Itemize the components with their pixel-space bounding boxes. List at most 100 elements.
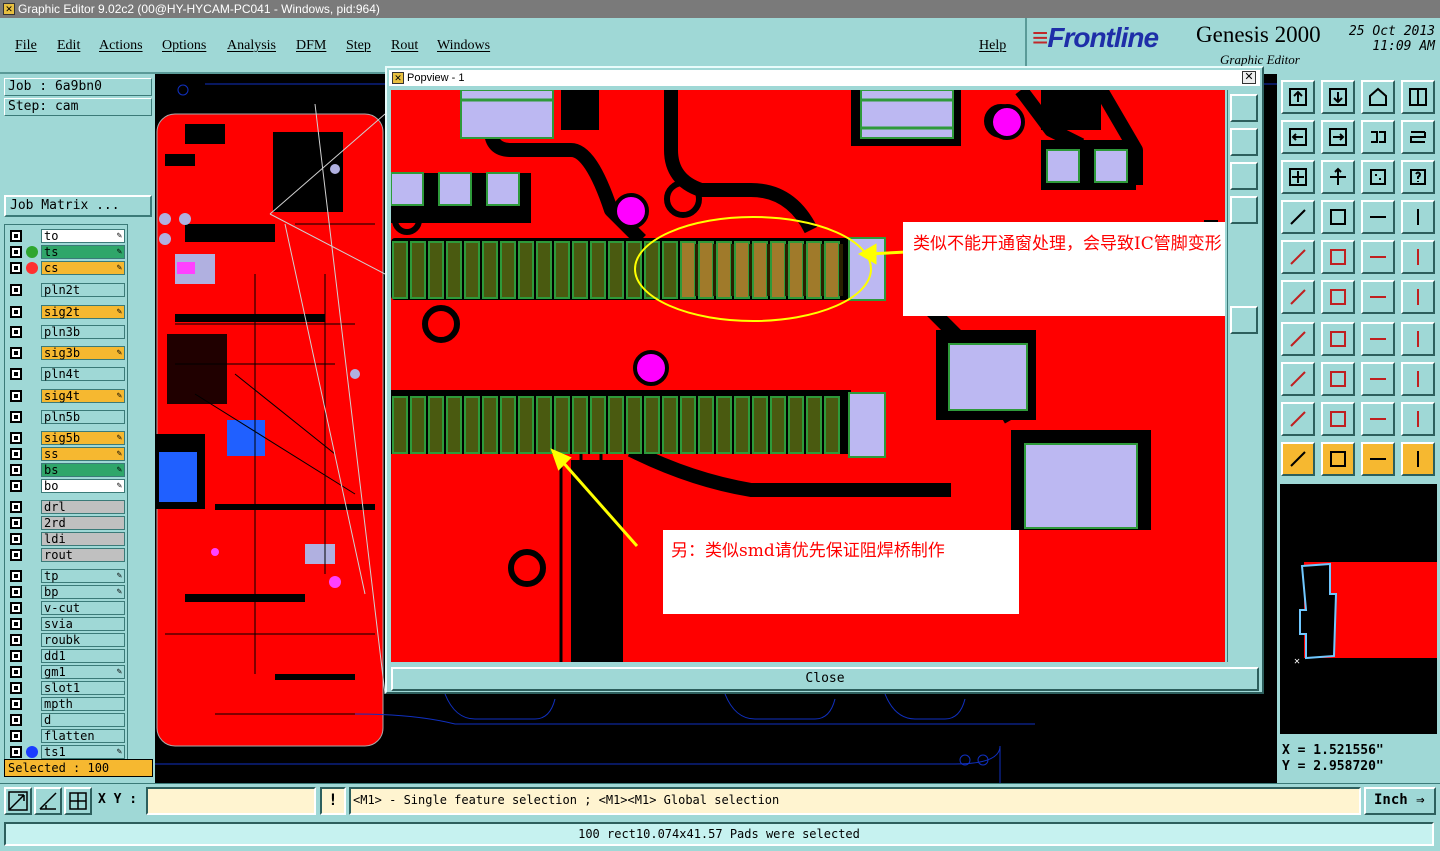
layer-sel-2-icon[interactable] [1401, 200, 1435, 234]
popview-canvas[interactable]: 类似不能开通窗处理，会导致IC管脚变形 另：类似smd请优先保证阻焊桥制作 [391, 90, 1225, 662]
layer-row-ts[interactable]: ts ✎ [7, 245, 127, 259]
layer-checkbox[interactable] [10, 517, 22, 529]
select-pointer-icon[interactable] [1281, 442, 1315, 476]
layer-checkbox[interactable] [10, 390, 22, 402]
layer-row-ldi[interactable]: ldi [7, 532, 127, 546]
cross-move-icon[interactable] [1321, 280, 1355, 314]
layer-row-d[interactable]: d [7, 713, 127, 727]
connect-icon[interactable] [1361, 280, 1395, 314]
move-right-icon[interactable] [1321, 120, 1355, 154]
window-title-bar[interactable]: ✕ Graphic Editor 9.02c2 (00@HY-HYCAM-PC0… [0, 0, 1440, 18]
triangle-a-icon[interactable] [1281, 402, 1315, 436]
layer-row-pln4t[interactable]: pln4t [7, 367, 127, 381]
layer-name[interactable]: tp ✎ [41, 569, 125, 583]
resize-line-icon[interactable] [1321, 362, 1355, 396]
triangle-d-icon[interactable] [1401, 402, 1435, 436]
layer-name[interactable]: v-cut [41, 601, 125, 615]
layer-up-icon[interactable] [1281, 80, 1315, 114]
layer-checkbox[interactable] [10, 714, 22, 726]
copy-pad-icon[interactable] [1281, 362, 1315, 396]
line-edit-icon[interactable] [1321, 322, 1355, 356]
layer-row-pln3b[interactable]: pln3b [7, 325, 127, 339]
layer-row-to[interactable]: to ✎ [7, 229, 127, 243]
layer-name[interactable]: sig4t ✎ [41, 389, 125, 403]
tool-config-icon[interactable] [1281, 200, 1315, 234]
layer-down-icon[interactable] [1321, 80, 1355, 114]
layer-row-flatten[interactable]: flatten [7, 729, 127, 743]
layer-checkbox[interactable] [10, 262, 22, 274]
transform-icon[interactable] [1361, 362, 1395, 396]
layer-sel-icon[interactable] [1361, 200, 1395, 234]
zoom-in-icon[interactable] [1230, 94, 1258, 122]
layer-checkbox[interactable] [10, 730, 22, 742]
layer-row-bp[interactable]: bp ✎ [7, 585, 127, 599]
layer-row-bo[interactable]: bo ✎ [7, 479, 127, 493]
menu-help[interactable]: Help [979, 38, 1006, 54]
layer-row-ss[interactable]: ss ✎ [7, 447, 127, 461]
layer-checkbox[interactable] [10, 650, 22, 662]
layer-name[interactable]: flatten [41, 729, 125, 743]
zoom-out-icon[interactable] [1230, 128, 1258, 156]
popview-title-bar[interactable]: ✕ Popview - 1 ✕ [389, 70, 1260, 86]
zoom-home-icon[interactable] [1230, 162, 1258, 190]
layer-checkbox[interactable] [10, 533, 22, 545]
measure-icon[interactable] [34, 787, 62, 815]
xy-input[interactable] [146, 787, 316, 815]
home-icon[interactable] [1361, 80, 1395, 114]
triangle-c-icon[interactable] [1361, 402, 1395, 436]
layer-checkbox[interactable] [10, 432, 22, 444]
layer-row-2rd[interactable]: 2rd [7, 516, 127, 530]
alert-icon[interactable]: ! [320, 787, 346, 815]
layer-row-drl[interactable]: drl [7, 500, 127, 514]
layer-name[interactable]: gm1 ✎ [41, 665, 125, 679]
units-button[interactable]: Inch ⇒ [1364, 787, 1436, 815]
layer-name[interactable]: pln5b [41, 410, 125, 424]
add-surface-icon[interactable] [1401, 240, 1435, 274]
layer-checkbox[interactable] [10, 448, 22, 460]
menu-options[interactable]: Options [162, 38, 206, 54]
line-angle-icon[interactable] [1281, 322, 1315, 356]
menu-rout[interactable]: Rout [391, 38, 418, 54]
layer-row-slot1[interactable]: slot1 [7, 681, 127, 695]
job-matrix-button[interactable]: Job Matrix ... [4, 195, 152, 217]
layer-row-pln5b[interactable]: pln5b [7, 410, 127, 424]
layer-name[interactable]: pln3b [41, 325, 125, 339]
layer-name[interactable]: dd1 [41, 649, 125, 663]
layer-name[interactable]: slot1 [41, 681, 125, 695]
layer-name[interactable]: sig2t ✎ [41, 305, 125, 319]
layer-row-ts1[interactable]: ts1 ✎ [7, 745, 127, 759]
layer-name[interactable]: svia [41, 617, 125, 631]
select-box-icon[interactable] [1321, 442, 1355, 476]
layer-checkbox[interactable] [10, 501, 22, 513]
layer-row-sig2t[interactable]: sig2t ✎ [7, 305, 127, 319]
expand-icon[interactable] [1281, 160, 1315, 194]
layer-name[interactable]: rout [41, 548, 125, 562]
layer-name[interactable]: ts ✎ [41, 245, 125, 259]
select-net-icon[interactable] [1401, 442, 1435, 476]
layer-checkbox[interactable] [10, 306, 22, 318]
move-left-icon[interactable] [1281, 120, 1315, 154]
layer-checkbox[interactable] [10, 618, 22, 630]
overview-map[interactable]: ✕ [1280, 484, 1437, 734]
diag-connect-icon[interactable] [1401, 280, 1435, 314]
layer-row-v-cut[interactable]: v-cut [7, 601, 127, 615]
layer-row-gm1[interactable]: gm1 ✎ [7, 665, 127, 679]
mirror-text-icon[interactable] [1401, 322, 1435, 356]
layer-checkbox[interactable] [10, 549, 22, 561]
menu-edit[interactable]: Edit [57, 38, 80, 54]
popview-window[interactable]: ✕ Popview - 1 ✕ 类似不能开通窗处理，会导致IC管脚变形 另：类似… [385, 66, 1264, 694]
layer-row-tp[interactable]: tp ✎ [7, 569, 127, 583]
layer-row-dd1[interactable]: dd1 [7, 649, 127, 663]
layer-name[interactable]: ts1 ✎ [41, 745, 125, 759]
layer-row-roubk[interactable]: roubk [7, 633, 127, 647]
layer-name[interactable]: cs ✎ [41, 261, 125, 275]
add-pad-icon[interactable] [1281, 240, 1315, 274]
popview-close-button[interactable]: Close [391, 667, 1259, 691]
layer-row-sig5b[interactable]: sig5b ✎ [7, 431, 127, 445]
layer-name[interactable]: to ✎ [41, 229, 125, 243]
grid-icon[interactable] [64, 787, 92, 815]
help-icon[interactable] [1401, 160, 1435, 194]
ruler-icon[interactable] [1361, 240, 1395, 274]
menu-analysis[interactable]: Analysis [227, 38, 276, 54]
grid-view-icon[interactable] [1321, 200, 1355, 234]
